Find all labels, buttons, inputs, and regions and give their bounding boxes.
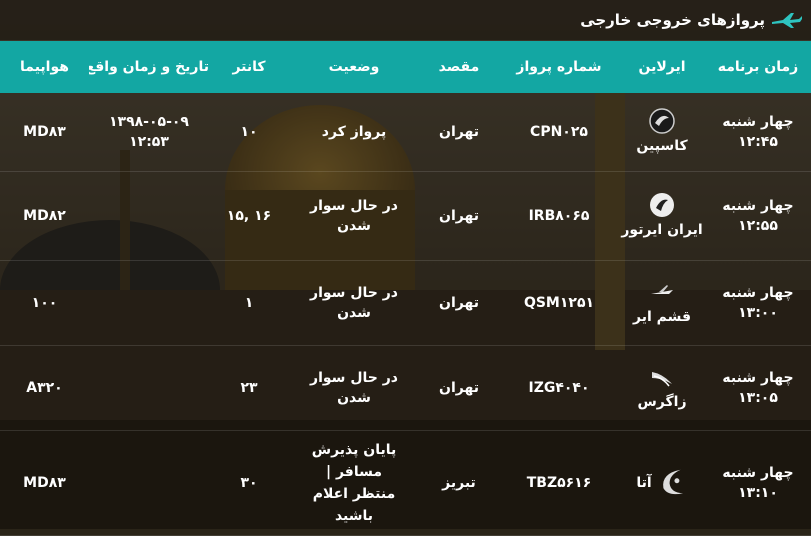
scheduled-time-cell: چهار شنبه ۱۳:۰۵: [705, 368, 811, 408]
scheduled-day: چهار شنبه: [722, 198, 794, 214]
airline-cell: قشم ایر: [619, 279, 705, 327]
airline-name: کاسپین: [636, 138, 688, 154]
counter: ۱۶ ,۱۵: [226, 208, 272, 224]
airline-cell: زاگرس: [619, 364, 705, 412]
table-row: چهار شنبه ۱۲:۵۵ ایران ایرتور IRB۸۰۶۵ تهر…: [0, 172, 811, 261]
scheduled-time-cell: چهار شنبه ۱۳:۱۰: [705, 463, 811, 503]
destination: تهران: [439, 295, 479, 311]
col-destination: مقصد: [438, 59, 480, 75]
flight-number: IRB۸۰۶۵: [528, 208, 590, 224]
counter: ۱: [244, 295, 254, 311]
flight-number: TBZ۵۶۱۶: [526, 475, 592, 491]
col-flight-number: شماره پرواز: [516, 59, 602, 75]
airplane-icon: [772, 13, 802, 28]
page-header: پروازهای خروجی خارجی: [0, 0, 811, 40]
table-row: چهار شنبه ۱۲:۴۵ کاسپین CPN۰۲۵ تهران پروا…: [0, 93, 811, 172]
actual-time: ۱۲:۵۳: [129, 134, 169, 150]
scheduled-time-cell: چهار شنبه ۱۳:۰۰: [705, 283, 811, 323]
table-row: چهار شنبه ۱۳:۱۰ آتا TBZ۵۶۱۶ تبریز پایان …: [0, 431, 811, 536]
airline-cell: کاسپین: [619, 108, 705, 156]
col-airline: ایرلاین: [638, 59, 686, 75]
table-row: چهار شنبه ۱۳:۰۰ قشم ایر QSM۱۲۵۱ تهران در…: [0, 261, 811, 346]
col-counter: کانتر: [232, 59, 266, 75]
flight-number: QSM۱۲۵۱: [523, 295, 595, 311]
col-actual-datetime: تاریخ و زمان واقع: [89, 59, 209, 75]
scheduled-time: ۱۳:۰۵: [738, 390, 778, 406]
aircraft: MD۸۲: [23, 208, 66, 224]
page-title: پروازهای خروجی خارجی: [580, 11, 765, 29]
flights-table: چهار شنبه ۱۲:۴۵ کاسپین CPN۰۲۵ تهران پروا…: [0, 93, 811, 536]
airline-name: زاگرس: [637, 394, 687, 410]
status: پایان پذیرش مسافر | منتظر اعلام باشید: [311, 442, 397, 524]
status: پرواز کرد: [321, 124, 387, 140]
counter: ۲۳: [240, 380, 258, 396]
destination: تبریز: [442, 475, 476, 491]
destination: تهران: [439, 380, 479, 396]
table-row: چهار شنبه ۱۳:۰۵ زاگرس IZG۴۰۴۰ تهران در ح…: [0, 346, 811, 431]
aircraft: MD۸۳: [23, 124, 66, 140]
scheduled-day: چهار شنبه: [722, 114, 794, 130]
actual-date: ۱۳۹۸-۰۵-۰۹: [109, 114, 189, 130]
scheduled-time-cell: چهار شنبه ۱۲:۵۵: [705, 196, 811, 236]
iran-airtour-logo-icon: [650, 193, 674, 217]
col-scheduled-time: زمان برنامه: [717, 59, 799, 75]
status: در حال سوار شدن: [310, 198, 398, 234]
scheduled-day: چهار شنبه: [722, 465, 794, 481]
scheduled-day: چهار شنبه: [722, 370, 794, 386]
airline-name: ایران ایرتور: [621, 222, 703, 238]
status: در حال سوار شدن: [310, 285, 398, 321]
caspian-logo-icon: [649, 108, 675, 134]
flight-number: IZG۴۰۴۰: [528, 380, 590, 396]
destination: تهران: [439, 124, 479, 140]
airline-name: آتا: [636, 475, 652, 491]
aircraft: ۱۰۰: [31, 295, 58, 311]
counter: ۳۰: [240, 475, 258, 491]
airline-cell: آتا: [619, 466, 705, 500]
airline-cell: ایران ایرتور: [619, 192, 705, 240]
col-status: وضعیت: [328, 59, 380, 75]
status: در حال سوار شدن: [310, 370, 398, 406]
scheduled-time: ۱۲:۴۵: [738, 134, 778, 150]
scheduled-day: چهار شنبه: [722, 285, 794, 301]
col-aircraft: هواپیما: [20, 59, 69, 75]
ata-logo-icon: [662, 469, 683, 495]
actual-datetime: ۱۳۹۸-۰۵-۰۹ ۱۲:۵۳: [89, 112, 209, 152]
flight-number: CPN۰۲۵: [530, 124, 588, 140]
table-header: زمان برنامه ایرلاین شماره پرواز مقصد وضع…: [0, 41, 811, 93]
scheduled-time: ۱۳:۰۰: [738, 305, 778, 321]
zagros-logo-icon: [652, 372, 672, 387]
qeshm-air-logo-icon: [651, 285, 673, 294]
scheduled-time: ۱۲:۵۵: [738, 218, 778, 234]
scheduled-time-cell: چهار شنبه ۱۲:۴۵: [705, 112, 811, 152]
destination: تهران: [439, 208, 479, 224]
airline-name: قشم ایر: [632, 309, 692, 325]
counter: ۱۰: [240, 124, 258, 140]
aircraft: MD۸۳: [23, 475, 66, 491]
scheduled-time: ۱۳:۱۰: [738, 485, 778, 501]
aircraft: A۳۲۰: [26, 380, 63, 396]
